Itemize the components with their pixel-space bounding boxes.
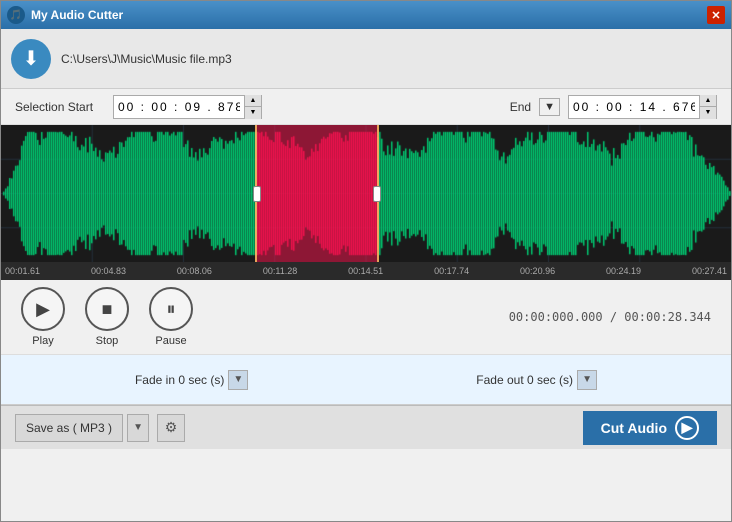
timeline-label-8: 00:27.41 (692, 266, 727, 276)
start-time-spinner[interactable]: ▲ ▼ (244, 95, 261, 119)
fade-out-dropdown[interactable]: ▼ (577, 370, 597, 390)
waveform-container[interactable]: 00:01.61 00:04.83 00:08.06 00:11.28 00:1… (1, 125, 731, 280)
timeline-label-4: 00:14.51 (348, 266, 383, 276)
timeline: 00:01.61 00:04.83 00:08.06 00:11.28 00:1… (1, 262, 731, 280)
end-time-up[interactable]: ▲ (700, 95, 716, 107)
fade-out-group: Fade out 0 sec (s) ▼ (476, 370, 597, 390)
start-time-input-group[interactable]: ▲ ▼ (113, 95, 262, 119)
fade-in-label: Fade in 0 sec (s) (135, 373, 224, 387)
timeline-label-2: 00:08.06 (177, 266, 212, 276)
download-button[interactable]: ⬇ (11, 39, 51, 79)
settings-icon: ⚙ (165, 419, 178, 436)
time-display: 00:00:000.000 / 00:00:28.344 (509, 310, 711, 324)
fade-out-label: Fade out 0 sec (s) (476, 373, 573, 387)
stop-label: Stop (96, 335, 119, 347)
main-window: 🎵 My Audio Cutter ✕ ⬇ C:\Users\J\Music\M… (0, 0, 732, 522)
start-time-input[interactable] (114, 100, 244, 114)
end-time-input-group[interactable]: ▲ ▼ (568, 95, 717, 119)
timeline-label-3: 00:11.28 (263, 266, 297, 276)
selection-bar: Selection Start ▲ ▼ End ▼ ▲ ▼ (1, 89, 731, 125)
stop-icon[interactable]: ■ (85, 287, 129, 331)
cut-audio-icon: ▶ (675, 416, 699, 440)
toolbar: ⬇ C:\Users\J\Music\Music file.mp3 (1, 29, 731, 89)
end-time-down[interactable]: ▼ (700, 107, 716, 119)
save-btn-group: Save as ( MP3 ) ▼ ⚙ (15, 414, 185, 442)
selection-start-label: Selection Start (15, 100, 105, 114)
effects-bar: Fade in 0 sec (s) ▼ Fade out 0 sec (s) ▼ (1, 355, 731, 405)
play-label: Play (32, 335, 53, 347)
cut-audio-button[interactable]: Cut Audio ▶ (583, 411, 717, 445)
selection-handle-right[interactable] (373, 186, 381, 202)
timeline-label-1: 00:04.83 (91, 266, 126, 276)
play-button[interactable]: ▶ Play (21, 287, 65, 347)
play-icon[interactable]: ▶ (21, 287, 65, 331)
window-title: My Audio Cutter (31, 8, 123, 22)
end-time-spinner[interactable]: ▲ ▼ (699, 95, 716, 119)
close-button[interactable]: ✕ (707, 6, 725, 24)
download-icon: ⬇ (23, 46, 40, 71)
title-bar: 🎵 My Audio Cutter ✕ (1, 1, 731, 29)
timeline-label-6: 00:20.96 (520, 266, 555, 276)
timeline-label-7: 00:24.19 (606, 266, 641, 276)
bottom-bar: Save as ( MP3 ) ▼ ⚙ Cut Audio ▶ (1, 405, 731, 449)
controls-bar: ▶ Play ■ Stop ⏸ Pause 00:00:000.000 / 00… (1, 280, 731, 355)
pause-button[interactable]: ⏸ Pause (149, 287, 193, 347)
save-as-button[interactable]: Save as ( MP3 ) (15, 414, 123, 442)
settings-button[interactable]: ⚙ (157, 414, 185, 442)
timeline-label-5: 00:17.74 (434, 266, 469, 276)
title-bar-left: 🎵 My Audio Cutter (7, 6, 123, 24)
stop-button[interactable]: ■ Stop (85, 287, 129, 347)
save-dropdown-button[interactable]: ▼ (127, 414, 149, 442)
cut-audio-label: Cut Audio (601, 420, 667, 436)
fade-in-group: Fade in 0 sec (s) ▼ (135, 370, 248, 390)
selection-overlay[interactable] (255, 125, 379, 262)
pause-label: Pause (155, 335, 186, 347)
start-time-down[interactable]: ▼ (245, 107, 261, 119)
start-time-up[interactable]: ▲ (245, 95, 261, 107)
selection-handle-left[interactable] (253, 186, 261, 202)
pause-icon[interactable]: ⏸ (149, 287, 193, 331)
end-time-input[interactable] (569, 100, 699, 114)
timeline-labels: 00:01.61 00:04.83 00:08.06 00:11.28 00:1… (1, 266, 731, 276)
end-label: End (510, 100, 531, 114)
file-path: C:\Users\J\Music\Music file.mp3 (61, 52, 232, 66)
fade-in-dropdown[interactable]: ▼ (228, 370, 248, 390)
app-icon: 🎵 (7, 6, 25, 24)
end-dropdown-btn[interactable]: ▼ (539, 98, 560, 116)
dropdown-icon: ▼ (133, 422, 143, 433)
timeline-label-0: 00:01.61 (5, 266, 40, 276)
